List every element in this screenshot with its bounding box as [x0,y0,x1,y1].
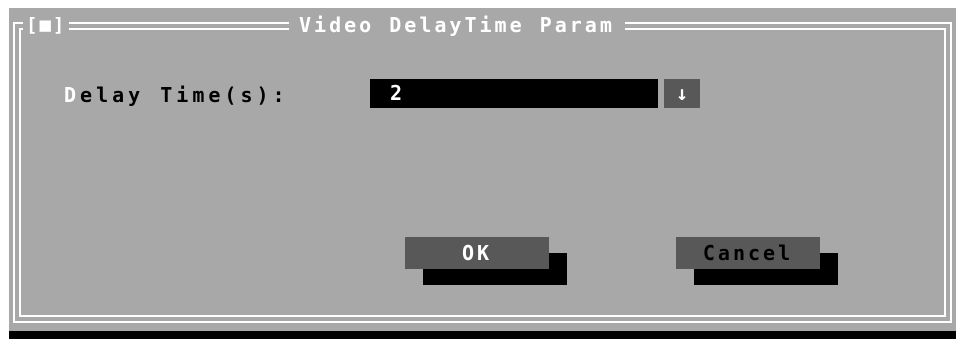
dialog-title-bar: [■] Video DelayTime Param [9,12,956,38]
close-box-button[interactable]: [■] [23,12,70,38]
dialog-shadow [9,331,956,339]
down-arrow-icon[interactable]: ↓ [664,79,700,108]
cancel-button[interactable]: Cancel [676,237,820,269]
dialog-window: [■] Video DelayTime Param Delay Time(s):… [9,8,956,331]
delay-time-label-text: elay Time(s): [80,83,289,107]
delay-time-label: Delay Time(s): [64,81,289,109]
delay-time-label-hotkey: D [64,83,81,107]
ok-button[interactable]: OK [405,237,549,269]
delay-time-input[interactable] [370,79,658,108]
dialog-title: Video DelayTime Param [289,12,625,38]
